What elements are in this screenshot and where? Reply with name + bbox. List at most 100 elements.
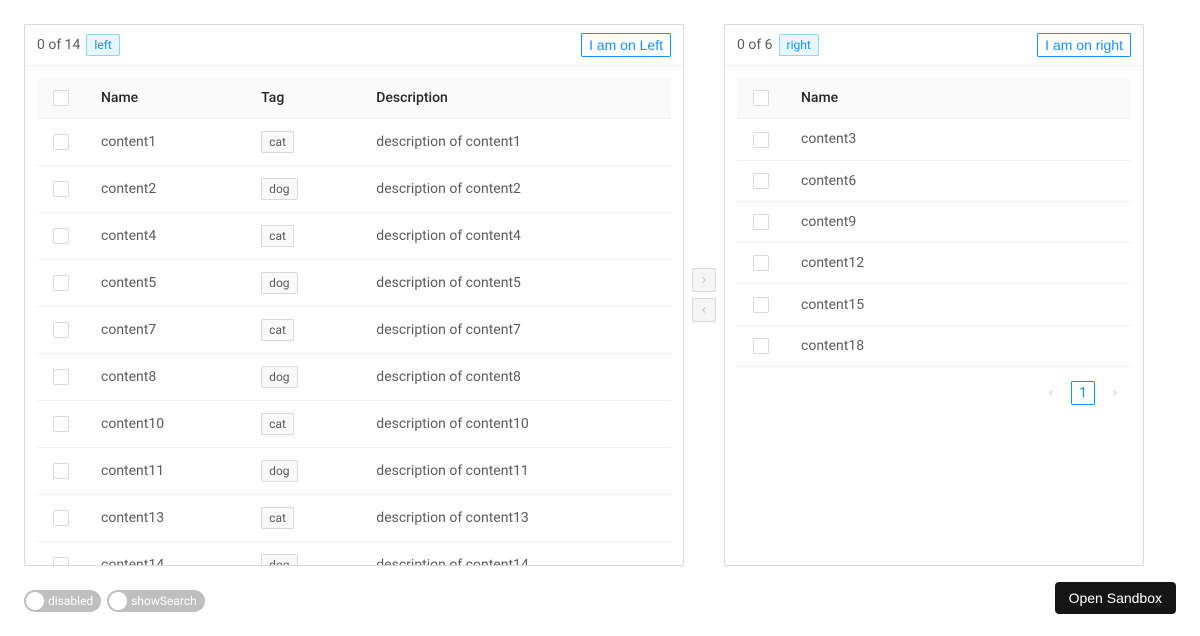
table-row[interactable]: content11dogdescription of content11 — [37, 448, 671, 495]
right-next-page-icon[interactable] — [1103, 381, 1127, 405]
switch-handle-icon — [109, 592, 127, 610]
left-count-text: 0 of 14 — [37, 37, 80, 53]
right-page-1[interactable]: 1 — [1071, 381, 1095, 405]
row-name: content10 — [85, 401, 245, 448]
right-panel-header: 0 of 6 right I am on right — [725, 25, 1143, 66]
showsearch-switch-label: showSearch — [131, 594, 197, 608]
left-panel-body: Name Tag Description content1catdescript… — [25, 66, 683, 565]
row-description: description of content13 — [360, 495, 671, 542]
table-row[interactable]: content7catdescription of content7 — [37, 307, 671, 354]
left-panel-header: 0 of 14 left I am on Left — [25, 25, 683, 66]
table-row[interactable]: content2dogdescription of content2 — [37, 166, 671, 213]
row-tag: cat — [245, 307, 360, 354]
row-name: content13 — [85, 495, 245, 542]
open-sandbox-button[interactable]: Open Sandbox — [1055, 582, 1176, 614]
table-row[interactable]: content10catdescription of content10 — [37, 401, 671, 448]
left-panel: 0 of 14 left I am on Left Name Tag Descr… — [24, 24, 684, 566]
disabled-switch[interactable]: disabled — [24, 590, 101, 612]
row-tag: dog — [245, 448, 360, 495]
row-checkbox[interactable] — [53, 228, 69, 244]
transfer-operation-buttons — [692, 268, 716, 322]
left-select-all-checkbox[interactable] — [53, 90, 69, 106]
table-row[interactable]: content14dogdescription of content14 — [37, 542, 671, 565]
table-row[interactable]: content18 — [737, 325, 1131, 366]
row-tag: cat — [245, 495, 360, 542]
row-description: description of content4 — [360, 213, 671, 260]
row-name: content8 — [85, 354, 245, 401]
row-description: description of content7 — [360, 307, 671, 354]
transfer-container: 0 of 14 left I am on Left Name Tag Descr… — [24, 24, 1176, 566]
row-checkbox[interactable] — [53, 463, 69, 479]
table-row[interactable]: content5dogdescription of content5 — [37, 260, 671, 307]
switch-handle-icon — [26, 592, 44, 610]
row-description: description of content14 — [360, 542, 671, 565]
row-checkbox[interactable] — [53, 416, 69, 432]
left-col-name: Name — [85, 78, 245, 119]
showsearch-switch[interactable]: showSearch — [107, 590, 205, 612]
row-tag: dog — [245, 354, 360, 401]
right-footer-button[interactable]: I am on right — [1037, 33, 1131, 57]
table-row[interactable]: content12 — [737, 243, 1131, 284]
row-checkbox[interactable] — [753, 338, 769, 354]
chevron-left-icon — [699, 305, 709, 315]
right-table: Name content3content6content9content12co… — [737, 78, 1131, 367]
row-checkbox[interactable] — [753, 255, 769, 271]
row-description: description of content5 — [360, 260, 671, 307]
row-description: description of content1 — [360, 119, 671, 166]
switches-row: disabled showSearch — [24, 590, 1176, 612]
row-name: content14 — [85, 542, 245, 565]
row-name: content3 — [785, 119, 1131, 160]
row-description: description of content11 — [360, 448, 671, 495]
disabled-switch-label: disabled — [48, 594, 93, 608]
move-left-button[interactable] — [692, 298, 716, 322]
row-description: description of content8 — [360, 354, 671, 401]
move-right-button[interactable] — [692, 268, 716, 292]
table-row[interactable]: content3 — [737, 119, 1131, 160]
right-count-text: 0 of 6 — [737, 37, 773, 53]
right-title-tag: right — [779, 34, 819, 56]
row-tag: cat — [245, 119, 360, 166]
table-row[interactable]: content6 — [737, 160, 1131, 201]
row-name: content2 — [85, 166, 245, 213]
row-checkbox[interactable] — [53, 369, 69, 385]
row-name: content4 — [85, 213, 245, 260]
row-name: content11 — [85, 448, 245, 495]
row-name: content18 — [785, 325, 1131, 366]
left-footer-button[interactable]: I am on Left — [581, 33, 671, 57]
row-checkbox[interactable] — [53, 134, 69, 150]
left-title-tag: left — [86, 34, 119, 56]
right-select-all-checkbox[interactable] — [753, 90, 769, 106]
table-row[interactable]: content8dogdescription of content8 — [37, 354, 671, 401]
row-checkbox[interactable] — [753, 297, 769, 313]
row-checkbox[interactable] — [753, 132, 769, 148]
row-tag: dog — [245, 542, 360, 565]
row-tag: dog — [245, 260, 360, 307]
left-col-tag: Tag — [245, 78, 360, 119]
row-checkbox[interactable] — [53, 275, 69, 291]
row-checkbox[interactable] — [753, 173, 769, 189]
right-panel-body: Name content3content6content9content12co… — [725, 66, 1143, 565]
row-name: content12 — [785, 243, 1131, 284]
right-prev-page-icon[interactable] — [1039, 381, 1063, 405]
table-row[interactable]: content15 — [737, 284, 1131, 325]
table-row[interactable]: content4catdescription of content4 — [37, 213, 671, 260]
row-tag: dog — [245, 166, 360, 213]
row-description: description of content2 — [360, 166, 671, 213]
row-checkbox[interactable] — [53, 557, 69, 565]
row-checkbox[interactable] — [53, 181, 69, 197]
row-tag: cat — [245, 401, 360, 448]
row-checkbox[interactable] — [753, 214, 769, 230]
table-row[interactable]: content9 — [737, 201, 1131, 242]
row-name: content7 — [85, 307, 245, 354]
right-panel: 0 of 6 right I am on right Name content3… — [724, 24, 1144, 566]
row-name: content5 — [85, 260, 245, 307]
chevron-right-icon — [699, 275, 709, 285]
row-checkbox[interactable] — [53, 322, 69, 338]
left-col-description: Description — [360, 78, 671, 119]
row-name: content1 — [85, 119, 245, 166]
right-col-name: Name — [785, 78, 1131, 119]
table-row[interactable]: content1catdescription of content1 — [37, 119, 671, 166]
right-pagination: 1 — [737, 367, 1131, 405]
table-row[interactable]: content13catdescription of content13 — [37, 495, 671, 542]
row-checkbox[interactable] — [53, 510, 69, 526]
